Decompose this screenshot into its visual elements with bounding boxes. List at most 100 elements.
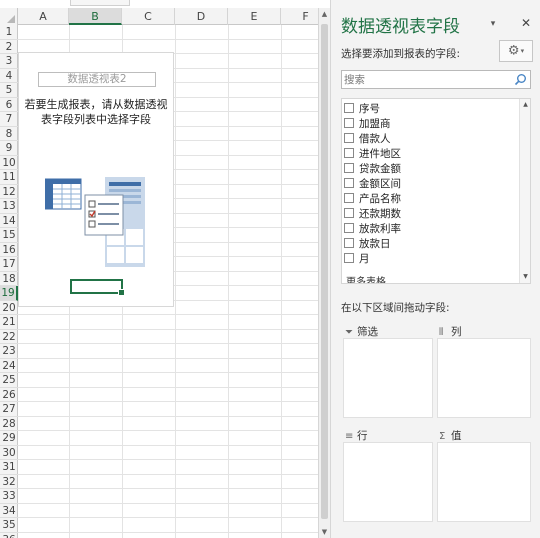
row-header[interactable]: 18	[0, 272, 18, 286]
checkbox[interactable]	[344, 253, 354, 263]
checkbox[interactable]	[344, 163, 354, 173]
field-list-scrollbar[interactable]: ▲ ▼	[519, 99, 530, 283]
field-item[interactable]: 金额区间	[344, 177, 514, 192]
row-header[interactable]: 31	[0, 460, 18, 475]
grid-line	[18, 357, 318, 359]
scroll-thumb[interactable]	[321, 24, 328, 519]
search-input[interactable]	[344, 72, 512, 87]
pivot-instruction-line-1: 若要生成报表，请从数据透视	[24, 98, 168, 111]
rows-area[interactable]: ≡ 行	[341, 424, 433, 522]
row-header[interactable]: 17	[0, 257, 18, 272]
row-header[interactable]: 28	[0, 417, 18, 431]
filters-area[interactable]: ⏷ 筛选	[341, 320, 433, 418]
field-search-box[interactable]	[341, 70, 531, 89]
row-header[interactable]: 14	[0, 214, 18, 228]
row-header[interactable]: 34	[0, 504, 18, 518]
row-header[interactable]: 13	[0, 199, 18, 214]
rows-drop-box[interactable]	[343, 442, 433, 522]
row-header[interactable]: 22	[0, 330, 18, 344]
checkbox[interactable]	[344, 193, 354, 203]
columns-drop-box[interactable]	[437, 338, 531, 418]
grid-line	[18, 430, 318, 431]
spreadsheet[interactable]: A B C D E F 1 2 3 4 5 6 7 8 9 10 11 12 13 14 15 16 17 18 1…	[0, 0, 330, 538]
row-header[interactable]: 11	[0, 170, 18, 185]
more-tables-link[interactable]: 更多表格...	[346, 273, 396, 283]
row-header[interactable]: 30	[0, 446, 18, 460]
row-header[interactable]: 1	[0, 25, 18, 40]
field-item[interactable]: 产品名称	[344, 192, 514, 207]
row-header[interactable]: 27	[0, 402, 18, 417]
field-list: 序号 加盟商 借款人 进件地区 贷款金额 金额区间 产品名称 还款期数 放款利率…	[341, 98, 531, 284]
pane-options-chevron-down-icon[interactable]: ▾	[487, 18, 499, 30]
row-header[interactable]: 36	[0, 533, 18, 538]
row-header[interactable]: 35	[0, 518, 18, 533]
field-item[interactable]: 借款人	[344, 132, 514, 147]
row-header[interactable]: 2	[0, 40, 18, 54]
row-header[interactable]: 7	[0, 112, 18, 127]
row-header[interactable]: 10	[0, 156, 18, 170]
pane-close-icon[interactable]: ✕	[519, 16, 533, 30]
row-header[interactable]: 20	[0, 301, 18, 315]
field-item[interactable]: 进件地区	[344, 147, 514, 162]
row-header[interactable]: 25	[0, 373, 18, 388]
tools-button[interactable]: ⚙▾	[499, 40, 533, 62]
field-item[interactable]: 贷款金额	[344, 162, 514, 177]
checkbox[interactable]	[344, 118, 354, 128]
row-header[interactable]: 32	[0, 475, 18, 489]
row-header[interactable]: 33	[0, 489, 18, 504]
field-item[interactable]: 序号	[344, 102, 514, 117]
grid-line	[18, 386, 318, 388]
row-header[interactable]: 9	[0, 141, 18, 156]
sheet-vertical-scrollbar[interactable]: ▲ ▼	[318, 8, 330, 538]
row-header[interactable]: 16	[0, 243, 18, 257]
scroll-down-icon[interactable]: ▼	[319, 526, 330, 538]
row-header[interactable]: 26	[0, 388, 18, 402]
select-all-corner[interactable]	[0, 8, 18, 25]
scroll-up-icon[interactable]: ▲	[319, 8, 330, 20]
checkbox[interactable]	[344, 178, 354, 188]
grid-line	[18, 502, 318, 504]
pivot-fields-pane: 数据透视表字段 ▾ ✕ 选择要添加到报表的字段: ⚙▾ 序号 加盟商 借款人 进…	[330, 0, 540, 538]
row-header[interactable]: 6	[0, 98, 18, 112]
pane-title: 数据透视表字段	[341, 17, 460, 37]
checkbox[interactable]	[344, 208, 354, 218]
column-header-e[interactable]: E	[228, 8, 281, 25]
filters-drop-box[interactable]	[343, 338, 433, 418]
field-label: 放款日	[359, 238, 391, 250]
filters-area-header: ⏷ 筛选	[345, 324, 378, 339]
scroll-down-icon[interactable]: ▼	[521, 272, 530, 282]
search-icon[interactable]	[514, 73, 527, 86]
columns-area[interactable]: ⫴ 列	[435, 320, 531, 418]
column-header-d[interactable]: D	[175, 8, 228, 25]
field-item[interactable]: 放款日	[344, 237, 514, 252]
row-header[interactable]: 23	[0, 344, 18, 359]
row-header[interactable]: 15	[0, 228, 18, 243]
column-header-c[interactable]: C	[122, 8, 175, 25]
row-header[interactable]: 8	[0, 127, 18, 141]
column-header-b[interactable]: B	[69, 8, 122, 25]
row-header[interactable]: 24	[0, 359, 18, 373]
row-header[interactable]: 12	[0, 185, 18, 199]
row-header[interactable]: 5	[0, 83, 18, 98]
checkbox[interactable]	[344, 133, 354, 143]
scroll-up-icon[interactable]: ▲	[521, 100, 530, 110]
checkbox[interactable]	[344, 238, 354, 248]
column-header-a[interactable]: A	[18, 8, 69, 25]
row-header[interactable]: 19	[0, 286, 18, 301]
row-header[interactable]: 29	[0, 431, 18, 446]
checkbox[interactable]	[344, 223, 354, 233]
checkbox[interactable]	[344, 148, 354, 158]
values-drop-box[interactable]	[437, 442, 531, 522]
values-area[interactable]: Σ值	[435, 424, 531, 522]
active-cell-b19[interactable]	[70, 279, 125, 296]
field-label: 放款利率	[359, 223, 401, 235]
row-header[interactable]: 3	[0, 54, 18, 69]
field-item[interactable]: 放款利率	[344, 222, 514, 237]
row-header[interactable]: 21	[0, 315, 18, 330]
checkbox[interactable]	[344, 103, 354, 113]
field-item[interactable]: 月	[344, 252, 514, 267]
pivot-table-placeholder[interactable]: 数据透视表2 若要生成报表，请从数据透视 表字段列表中选择字段	[18, 52, 174, 307]
field-item[interactable]: 加盟商	[344, 117, 514, 132]
row-header[interactable]: 4	[0, 69, 18, 83]
field-item[interactable]: 还款期数	[344, 207, 514, 222]
